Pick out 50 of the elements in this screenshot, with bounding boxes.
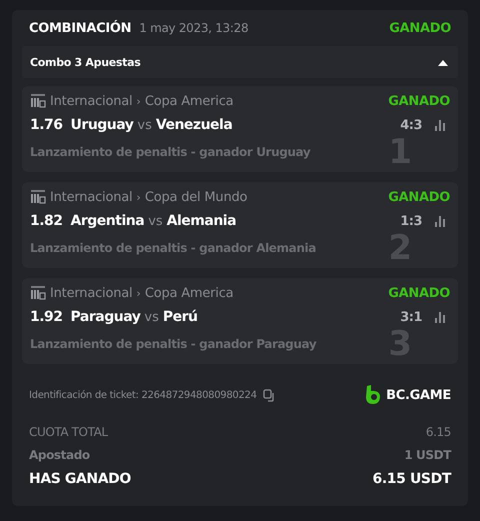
bet-status: GANADO [388,190,450,204]
breadcrumb-separator: › [136,190,141,204]
market-description: Lanzamiento de penaltis - ganador Paraguay [30,337,316,351]
bet-type-title: COMBINACIÓN [29,20,132,36]
copy-icon[interactable] [262,388,276,402]
brand-name: BC.GAME [386,388,451,402]
bet-status: GANADO [388,94,450,108]
combo-toggle[interactable]: Combo 3 Apuestas [22,46,458,78]
stats-icon[interactable] [434,215,446,227]
away-team: Alemania [166,213,236,229]
breadcrumb-separator: › [136,286,141,300]
away-team: Perú [162,309,198,325]
league-logo-icon [30,285,46,301]
competition-name: Copa America [144,94,234,108]
match-score: 4:3 [400,118,422,132]
competition-name: Copa America [144,286,234,300]
total-label: HAS GANADO [29,471,131,487]
home-team: Argentina [70,213,144,229]
bet-date: 1 may 2023, 13:28 [139,21,248,35]
versus-label: vs [137,118,152,132]
brand-logo-icon [365,385,382,405]
league-logo-icon [30,93,46,109]
odds: 1.92 [30,309,63,325]
odds: 1.82 [30,213,63,229]
league-name: Internacional [50,94,132,108]
total-value: 1 USDT [404,448,451,462]
league-name: Internacional [50,286,132,300]
odds: 1.76 [30,117,63,133]
home-team: Uruguay [70,117,134,133]
league-name: Internacional [50,190,132,204]
away-team: Venezuela [156,117,232,133]
stats-icon[interactable] [434,311,446,323]
breadcrumb-separator: › [136,94,141,108]
bet-status: GANADO [389,20,451,36]
stats-icon[interactable] [434,119,446,131]
league-logo-icon [30,189,46,205]
ticket-id: Identificación de ticket: 2264872948080980224 [29,390,257,400]
market-description: Lanzamiento de penaltis - ganador Alemania [30,241,316,255]
match-score: 3:1 [400,310,422,324]
market-description: Lanzamiento de penaltis - ganador Uruguay [30,145,310,159]
home-team: Paraguay [70,309,140,325]
competition-name: Copa del Mundo [144,190,248,204]
total-label: CUOTA TOTAL [29,424,108,438]
match-score: 1:3 [400,214,422,228]
bet-status: GANADO [388,286,450,300]
versus-label: vs [148,214,163,228]
total-value: 6.15 USDT [372,471,451,487]
total-value: 6.15 [426,424,451,438]
total-label: Apostado [29,448,90,462]
versus-label: vs [144,310,159,324]
